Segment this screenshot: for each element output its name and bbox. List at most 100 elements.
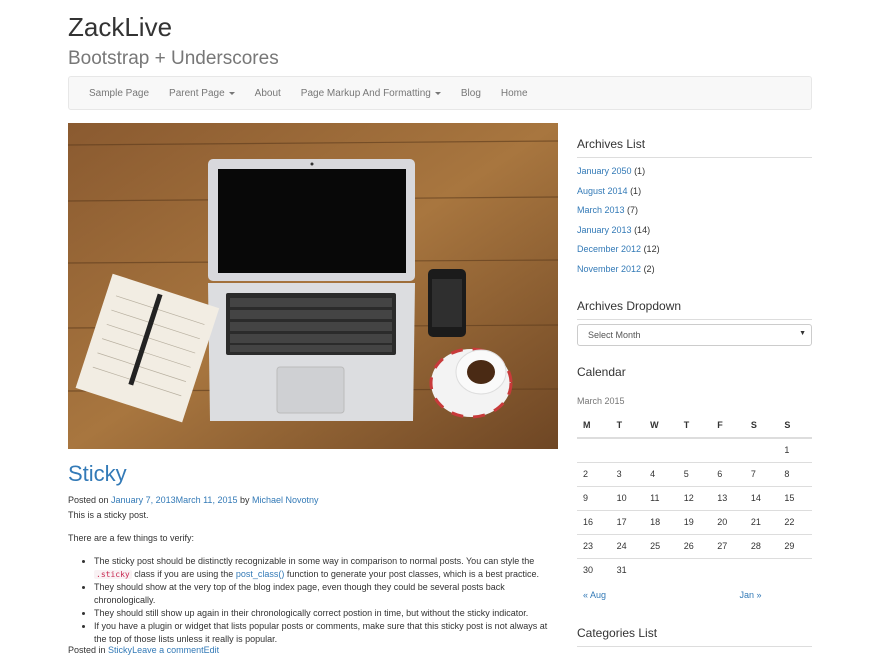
verify-list: The sticky post should be distinctly rec…: [68, 555, 558, 646]
post-content: This is a sticky post. There are a few t…: [68, 509, 558, 646]
calendar-day: 14: [744, 485, 779, 510]
archive-count: (1): [634, 166, 646, 176]
calendar-week: 9 10 11 12 13 14 15: [577, 485, 812, 510]
list-item: August 2014 (1): [577, 186, 660, 206]
post-lead: There are a few things to verify:: [68, 533, 195, 543]
calendar-day: [677, 557, 712, 582]
archives-list-title: Archives List: [577, 137, 812, 158]
calendar-day: 21: [744, 509, 779, 534]
post-footer: Posted in StickyLeave a commentEdit: [68, 645, 219, 655]
dropdown-arrow-icon: ▼: [799, 330, 806, 337]
calendar-day: 22: [778, 509, 812, 534]
calendar-week: 2345678: [577, 461, 812, 486]
calendar-day: 11: [644, 485, 678, 510]
calendar-day: [644, 437, 678, 462]
calendar-next-link[interactable]: Jan »: [740, 590, 762, 600]
calendar-day: 26: [677, 533, 712, 558]
post-date-link[interactable]: January 7, 2013March 11, 2015: [111, 495, 237, 505]
calendar-weekday: F: [711, 416, 745, 439]
list-item: January 2013 (14): [577, 225, 660, 245]
nav-item-sample-page[interactable]: Sample Page: [79, 77, 159, 109]
featured-image: [68, 123, 558, 449]
calendar-day: 2: [577, 461, 611, 486]
archive-count: (2): [643, 263, 655, 274]
categories-list-title: Categories List: [577, 626, 812, 647]
site-description: Bootstrap + Underscores: [68, 48, 279, 69]
calendar-day: 28: [744, 533, 779, 558]
select-value: Select Month: [588, 330, 641, 340]
post-class-link[interactable]: post_class(): [236, 569, 285, 579]
calendar-weekday: W: [644, 416, 678, 439]
list-item: They should still show up again in their…: [94, 607, 558, 620]
archives-list: January 2050 (1) August 2014 (1) March 201…: [577, 166, 660, 283]
calendar-title: Calendar: [577, 365, 626, 379]
archive-count: (14): [634, 224, 651, 235]
calendar-week: 1: [577, 437, 812, 462]
calendar-day: [677, 437, 712, 462]
archive-link[interactable]: January 2050: [577, 166, 632, 176]
calendar-day: 1: [778, 437, 812, 462]
calendar-day: [744, 557, 779, 582]
caret-down-icon: [434, 91, 441, 95]
calendar-day: 30: [577, 557, 611, 582]
post-intro: This is a sticky post.: [68, 510, 149, 520]
list-item: November 2012 (2): [577, 264, 660, 284]
calendar-day: 27: [711, 533, 745, 558]
main-navbar: Sample Page Parent Page About Page Markup A…: [68, 76, 812, 110]
calendar-day: 16: [577, 509, 611, 534]
post-title[interactable]: Sticky: [68, 461, 127, 487]
archive-link[interactable]: March 2013: [577, 205, 625, 215]
calendar-day: 10: [610, 485, 645, 510]
posted-in-label: Posted in: [68, 645, 106, 655]
calendar-day: 25: [644, 533, 678, 558]
calendar-weekday: M: [577, 416, 611, 439]
by-label: by: [239, 495, 250, 505]
nav-item-about[interactable]: About: [245, 77, 291, 109]
archives-month-select[interactable]: Select Month ▼: [577, 324, 812, 346]
calendar-week: 23 24 25 26 27 28 29: [577, 533, 812, 558]
laptop-desk-photo: [68, 123, 558, 449]
calendar-day: 19: [677, 509, 712, 534]
calendar-week: 30 31: [577, 557, 812, 582]
calendar-day: 12: [677, 485, 712, 510]
calendar-prev-link[interactable]: « Aug: [583, 590, 606, 600]
post-author-link[interactable]: Michael Novotny: [252, 495, 319, 505]
calendar-day: 5: [677, 461, 712, 486]
calendar-day: 20: [711, 509, 745, 534]
calendar-weekday: S: [778, 416, 812, 439]
category-link[interactable]: Sticky: [108, 645, 132, 655]
calendar-day: 3: [610, 461, 645, 486]
nav-item-parent-page[interactable]: Parent Page: [159, 77, 245, 109]
edit-link[interactable]: Edit: [204, 645, 220, 655]
calendar-day: [778, 557, 812, 582]
posted-on-label: Posted on: [68, 495, 109, 505]
nav-item-blog[interactable]: Blog: [451, 77, 491, 109]
post-meta: Posted on January 7, 2013March 11, 2015 …: [68, 495, 319, 505]
calendar-day: [644, 557, 678, 582]
archive-link[interactable]: August 2014: [577, 186, 628, 196]
calendar-day: 6: [711, 461, 745, 486]
nav-item-page-markup-and-formatting[interactable]: Page Markup And Formatting: [291, 77, 451, 109]
calendar-day: 4: [644, 461, 678, 486]
calendar-day: 18: [644, 509, 678, 534]
calendar-day: 17: [610, 509, 645, 534]
archive-link[interactable]: January 2013: [577, 225, 632, 235]
calendar-week: 16 17 18 19 20 21 22: [577, 509, 812, 534]
calendar-day: 13: [711, 485, 745, 510]
list-item: December 2012 (12): [577, 244, 660, 264]
archive-count: (1): [630, 185, 642, 196]
calendar-widget: March 2015 MTWTFSS 1 2 3 4 5 6 7 8 9 10 11 12 13 14 15…: [577, 396, 812, 600]
calendar-day: [744, 437, 779, 462]
calendar-day: 15: [778, 485, 812, 510]
archive-link[interactable]: November 2012: [577, 264, 641, 274]
calendar-day: 23: [577, 533, 611, 558]
archive-link[interactable]: December 2012: [577, 244, 641, 254]
site-title[interactable]: ZackLive: [68, 12, 172, 43]
sticky-code: .sticky: [94, 570, 132, 579]
calendar-day: 24: [610, 533, 645, 558]
list-item: The sticky post should be distinctly rec…: [94, 555, 558, 581]
leave-comment-link[interactable]: Leave a comment: [132, 645, 204, 655]
nav-item-home[interactable]: Home: [491, 77, 538, 109]
calendar-day: [711, 437, 745, 462]
calendar-caption: March 2015: [577, 396, 625, 406]
